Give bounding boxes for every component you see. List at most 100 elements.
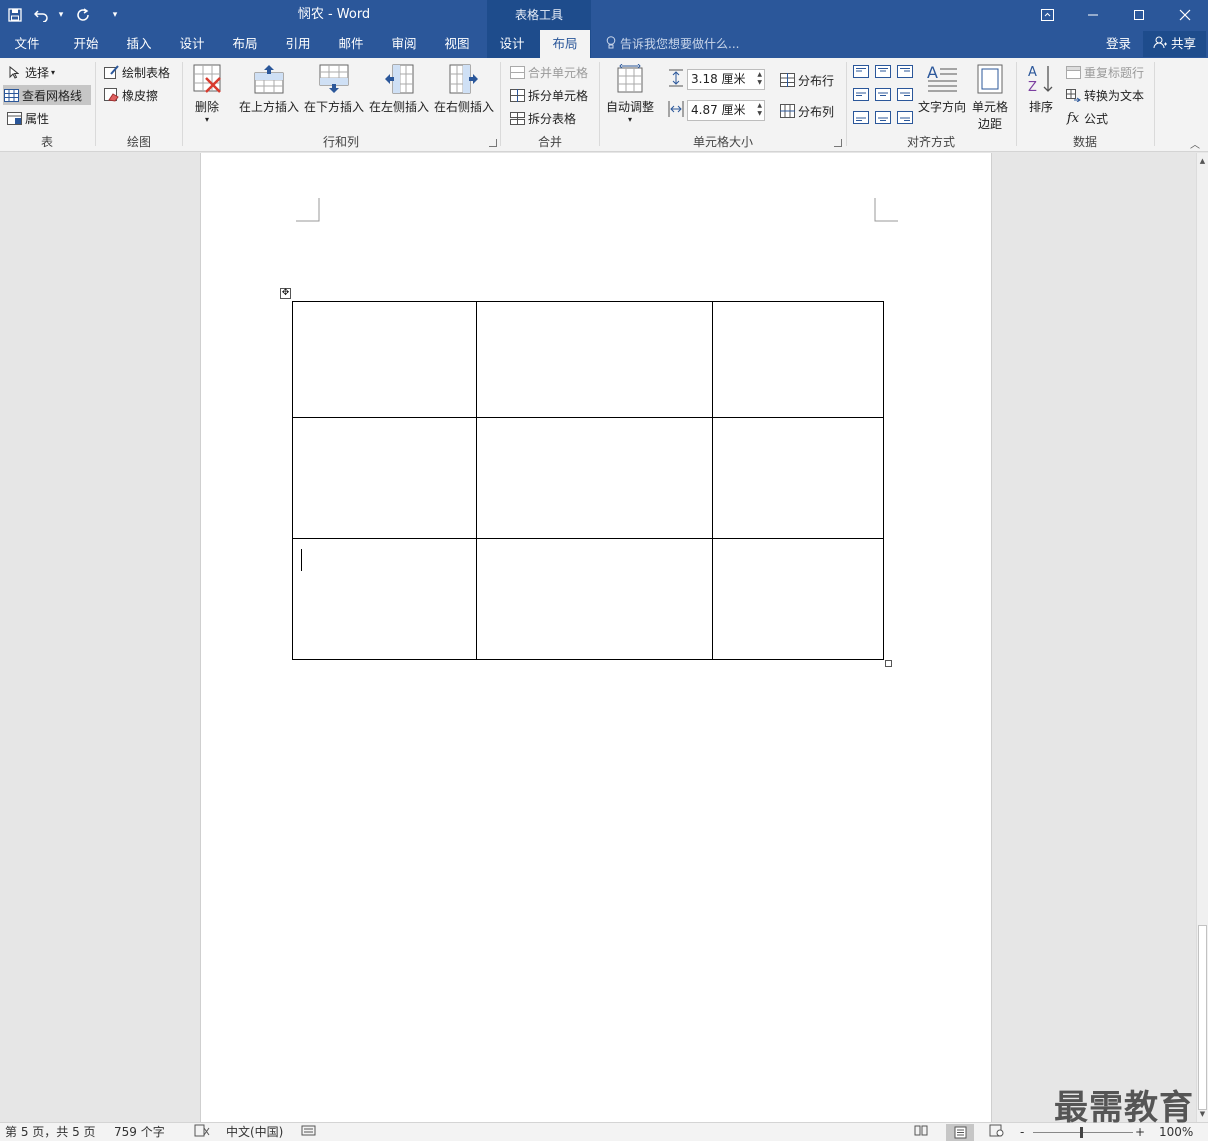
insert-below-button[interactable]: 在下方插入 <box>303 62 365 115</box>
distribute-rows-button[interactable]: 分布行 <box>779 70 834 90</box>
column-width-control: 4.87 厘米 ▲ ▼ <box>668 100 765 121</box>
select-button[interactable]: 选择 ▾ <box>6 62 55 82</box>
delete-button[interactable]: 删除 ▾ <box>188 62 226 124</box>
table-move-handle-icon[interactable]: ✥ <box>280 288 291 299</box>
sort-button[interactable]: AZ 排序 <box>1023 62 1059 115</box>
scroll-down-icon[interactable]: ▼ <box>1197 1108 1208 1120</box>
merge-cells-button[interactable]: 合并单元格 <box>509 62 588 82</box>
align-bottom-center-icon[interactable] <box>875 111 891 124</box>
insert-right-button[interactable]: 在右侧插入 <box>433 62 495 115</box>
convert-to-text-label: 转换为文本 <box>1084 88 1145 103</box>
rows-columns-launcher-icon[interactable] <box>489 139 497 147</box>
cell-margins-icon <box>973 62 1007 96</box>
split-cells-icon <box>509 87 525 103</box>
tab-table-layout[interactable]: 布局 <box>540 30 590 58</box>
insert-right-label: 在右侧插入 <box>433 100 494 114</box>
text-direction-button[interactable]: A 文字方向 <box>917 62 967 115</box>
close-icon[interactable] <box>1162 0 1208 30</box>
tab-design[interactable]: 设计 <box>166 30 218 58</box>
tell-me-box[interactable]: 告诉我您想要做什么... <box>606 30 739 58</box>
convert-to-text-button[interactable]: 转换为文本 <box>1065 85 1144 105</box>
align-bottom-left-icon[interactable] <box>853 111 869 124</box>
tab-insert[interactable]: 插入 <box>113 30 165 58</box>
scroll-up-icon[interactable]: ▲ <box>1197 155 1208 167</box>
language-indicator[interactable]: 中文(中国) <box>226 1124 283 1141</box>
table-resize-handle[interactable] <box>885 660 892 667</box>
table-cell[interactable] <box>712 301 884 418</box>
cell-margins-button[interactable]: 单元格 边距 <box>969 62 1011 132</box>
scrollbar-thumb[interactable] <box>1198 925 1207 1110</box>
row-height-spinner-icon[interactable]: ▲ ▼ <box>757 71 762 87</box>
tab-view[interactable]: 视图 <box>431 30 483 58</box>
autofit-button[interactable]: 自动调整 ▾ <box>604 62 656 124</box>
tab-home[interactable]: 开始 <box>60 30 112 58</box>
tab-references[interactable]: 引用 <box>272 30 324 58</box>
autofit-icon <box>613 62 647 96</box>
formula-button[interactable]: fx 公式 <box>1065 108 1108 128</box>
tab-mailings[interactable]: 邮件 <box>325 30 377 58</box>
zoom-slider[interactable] <box>1033 1132 1133 1133</box>
split-table-button[interactable]: 拆分表格 <box>509 108 576 128</box>
tab-table-design[interactable]: 设计 <box>487 30 537 58</box>
view-gridlines-button[interactable]: 查看网格线 <box>3 85 91 105</box>
table-cell[interactable] <box>292 301 477 418</box>
distribute-rows-label: 分布行 <box>798 73 835 88</box>
tab-file[interactable]: 文件 <box>0 30 54 58</box>
row-height-control: 3.18 厘米 ▲ ▼ <box>668 69 765 90</box>
table-cell[interactable] <box>476 301 713 418</box>
delete-dropdown-icon: ▾ <box>204 115 209 124</box>
vertical-scrollbar[interactable]: ▲ ▼ <box>1196 153 1208 1122</box>
table-cell[interactable] <box>476 538 713 660</box>
select-dropdown-icon: ▾ <box>51 67 56 77</box>
row-height-input[interactable]: 3.18 厘米 ▲ ▼ <box>687 69 765 90</box>
column-width-input[interactable]: 4.87 厘米 ▲ ▼ <box>687 100 765 121</box>
table-cell[interactable] <box>476 417 713 539</box>
properties-button[interactable]: 属性 <box>6 108 49 128</box>
align-top-right-icon[interactable] <box>897 65 913 78</box>
tab-review[interactable]: 审阅 <box>378 30 430 58</box>
table-cell[interactable] <box>292 538 477 660</box>
repeat-header-rows-button[interactable]: 重复标题行 <box>1065 62 1144 82</box>
login-link[interactable]: 登录 <box>1106 30 1131 58</box>
insert-above-button[interactable]: 在上方插入 <box>238 62 300 115</box>
split-cells-button[interactable]: 拆分单元格 <box>509 85 588 105</box>
maximize-icon[interactable] <box>1116 0 1162 30</box>
column-width-spinner-icon[interactable]: ▲ ▼ <box>757 102 762 118</box>
web-layout-icon[interactable] <box>989 1124 1004 1141</box>
ribbon-display-options-icon[interactable] <box>1024 0 1070 30</box>
collapse-ribbon-icon[interactable]: ︿ <box>1190 136 1200 151</box>
eraser-button[interactable]: 橡皮擦 <box>103 85 158 105</box>
page-count[interactable]: 第 5 页，共 5 页 <box>5 1124 96 1141</box>
insert-column-left-icon <box>382 62 416 96</box>
cell-size-launcher-icon[interactable] <box>834 139 842 147</box>
eraser-icon <box>103 87 119 103</box>
proofing-icon[interactable] <box>194 1124 210 1141</box>
distribute-columns-button[interactable]: 分布列 <box>779 101 834 121</box>
split-table-icon <box>509 110 525 126</box>
ribbon: 选择 ▾ 查看网格线 属性 表 绘制表格 橡皮擦 绘图 删除 ▾ 在上方插入 在下… <box>0 58 1208 152</box>
table-cell[interactable] <box>712 538 884 660</box>
align-center-right-icon[interactable] <box>897 88 913 101</box>
insert-above-label: 在上方插入 <box>238 100 299 114</box>
align-center-icon[interactable] <box>875 88 891 101</box>
share-button[interactable]: 共享 <box>1143 31 1206 57</box>
document-page[interactable]: ✥ <box>200 153 992 1122</box>
align-top-left-icon[interactable] <box>853 65 869 78</box>
ribbon-tabs: 文件 开始 插入 设计 布局 引用 邮件 审阅 视图 设计 布局 告诉我您想要做… <box>0 30 1208 58</box>
zoom-out-icon[interactable]: - <box>1020 1124 1024 1141</box>
print-layout-icon[interactable] <box>946 1124 974 1141</box>
align-top-center-icon[interactable] <box>875 65 891 78</box>
macro-recording-icon[interactable] <box>301 1124 316 1141</box>
table-cell[interactable] <box>712 417 884 539</box>
minimize-icon[interactable] <box>1070 0 1116 30</box>
word-count[interactable]: 759 个字 <box>114 1124 165 1141</box>
tab-layout[interactable]: 布局 <box>219 30 271 58</box>
table-cell[interactable] <box>292 417 477 539</box>
align-bottom-right-icon[interactable] <box>897 111 913 124</box>
insert-left-button[interactable]: 在左侧插入 <box>368 62 430 115</box>
pencil-table-icon <box>103 64 119 80</box>
read-mode-icon[interactable] <box>914 1124 928 1141</box>
insert-column-right-icon <box>447 62 481 96</box>
draw-table-button[interactable]: 绘制表格 <box>103 62 170 82</box>
align-center-left-icon[interactable] <box>853 88 869 101</box>
